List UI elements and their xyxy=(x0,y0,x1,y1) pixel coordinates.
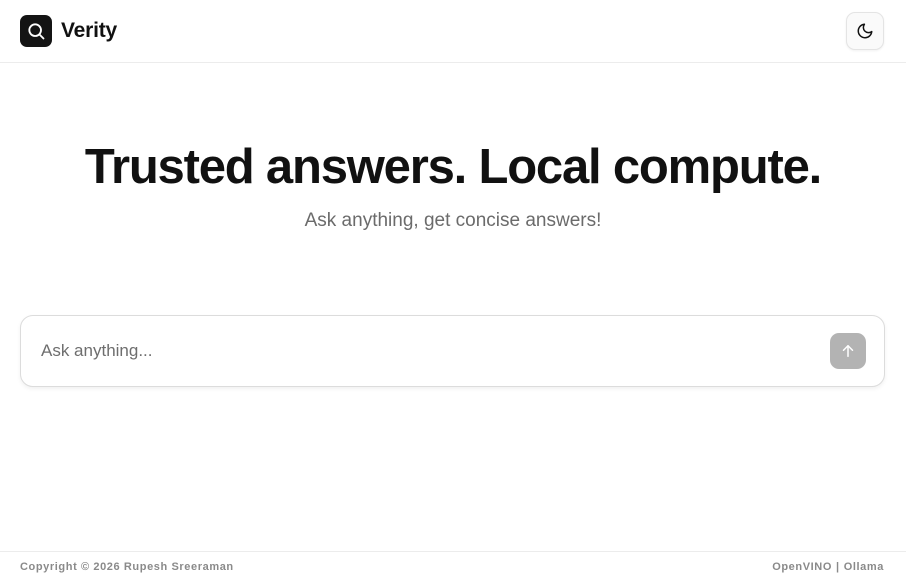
send-button[interactable] xyxy=(830,333,866,369)
arrow-up-icon xyxy=(842,345,854,357)
engine-credits: OpenVINO | Ollama xyxy=(772,561,884,573)
logo xyxy=(20,15,52,47)
app-page: Verity Trusted answers. Local compute. A… xyxy=(0,0,906,582)
hero-subtitle: Ask anything, get concise answers! xyxy=(304,210,602,231)
copyright-text: Copyright © 2026 Rupesh Sreeraman xyxy=(20,561,234,573)
theme-toggle-button[interactable] xyxy=(846,12,884,50)
search-icon xyxy=(28,23,45,40)
moon-icon xyxy=(857,23,873,39)
engine-ollama: Ollama xyxy=(843,561,884,573)
search-box xyxy=(20,315,885,387)
brand-name: Verity xyxy=(61,19,118,42)
top-bar: Verity xyxy=(0,0,906,63)
brand[interactable]: Verity xyxy=(20,15,117,47)
footer: Copyright © 2026 Rupesh Sreeraman OpenVI… xyxy=(0,551,906,582)
credits-separator: | xyxy=(836,561,840,573)
engine-openvino: OpenVINO xyxy=(772,561,833,573)
search-input[interactable] xyxy=(41,341,830,361)
hero: Trusted answers. Local compute. Ask anyt… xyxy=(0,138,906,233)
hero-title: Trusted answers. Local compute. xyxy=(84,140,822,194)
